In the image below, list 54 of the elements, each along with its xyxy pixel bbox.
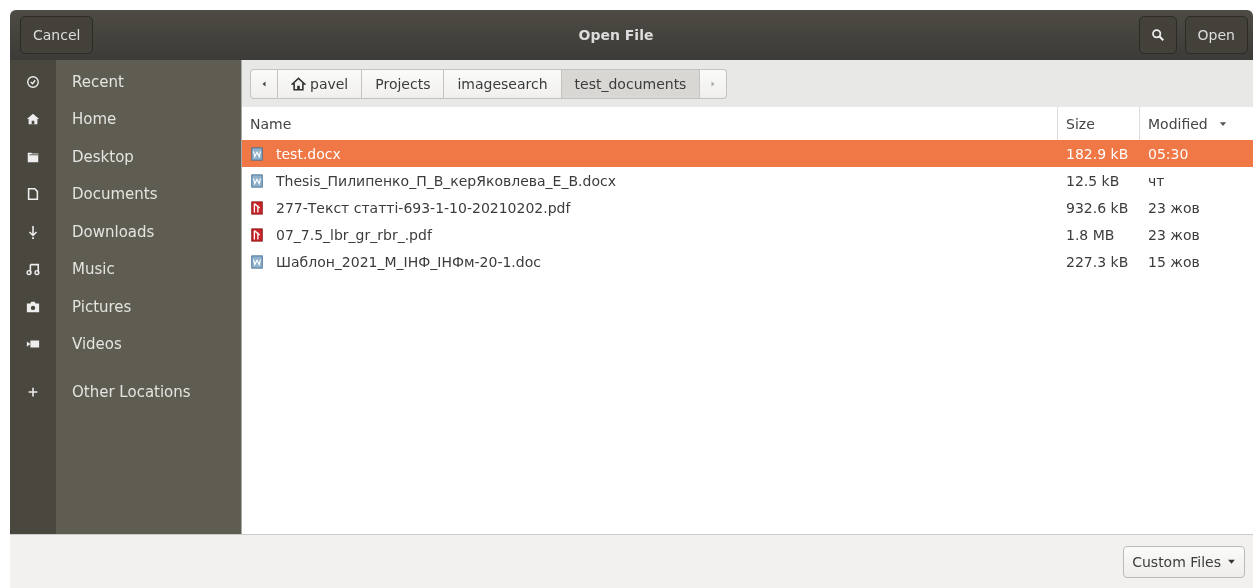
path-crumb[interactable]: Projects xyxy=(362,68,445,99)
camera-icon xyxy=(26,299,40,314)
sidebar-item[interactable]: Desktop xyxy=(10,138,241,176)
search-button[interactable] xyxy=(1138,16,1177,54)
sidebar-item[interactable]: Downloads xyxy=(10,213,241,251)
file-size: 182.9 kB xyxy=(1066,145,1129,162)
music-notes-icon xyxy=(26,262,40,277)
file-filter-dropdown[interactable]: Custom Files xyxy=(1123,545,1245,578)
word-document-icon xyxy=(250,254,264,269)
cancel-button[interactable]: Cancel xyxy=(20,16,94,54)
file-size: 12.5 kB xyxy=(1066,172,1120,189)
column-header[interactable]: Modified xyxy=(1140,107,1253,140)
document-icon xyxy=(26,187,40,202)
modified-date: 23 жов xyxy=(1148,199,1200,216)
sidebar-item[interactable]: Music xyxy=(10,250,241,288)
home-icon xyxy=(26,112,40,127)
file-size: 227.3 kB xyxy=(1066,253,1129,270)
modified-date: 05:30 xyxy=(1148,145,1189,162)
file-name: test.docx xyxy=(276,145,341,162)
path-crumb[interactable]: test_documents xyxy=(561,68,701,99)
sidebar-item[interactable]: Documents xyxy=(10,175,241,213)
sidebar-item[interactable]: Home xyxy=(10,100,241,138)
sidebar-item[interactable]: Pictures xyxy=(10,288,241,326)
sidebar-item[interactable]: Videos xyxy=(10,325,241,363)
caret-icon xyxy=(1227,557,1236,566)
file-size: 1.8 MB xyxy=(1066,226,1115,243)
path-crumb[interactable]: pavel xyxy=(278,68,363,99)
scroll-right-button[interactable] xyxy=(700,68,728,99)
word-document-icon xyxy=(250,173,264,188)
window-title: Open File xyxy=(577,27,655,43)
file-name: 277-Текст статті-693-1-10-20210202.pdf xyxy=(276,199,571,216)
file-name: 07_7.5_lbr_gr_rbr_.pdf xyxy=(276,226,432,243)
download-icon xyxy=(26,224,40,239)
path-crumb[interactable]: imagesearch xyxy=(444,68,562,99)
left-arrow-icon xyxy=(260,79,268,88)
file-row[interactable]: Шаблон_2021_М_ІНФ_ІНФм-20-1.doc 227.3 kB 15 жов xyxy=(242,248,1253,275)
sidebar-item[interactable]: Recent xyxy=(10,63,241,101)
pdf-document-icon xyxy=(250,227,264,242)
scroll-left-button[interactable] xyxy=(250,68,278,99)
modified-date: чт xyxy=(1148,172,1165,189)
sidebar-item[interactable]: Other Locations xyxy=(10,373,241,411)
modified-date: 15 жов xyxy=(1148,253,1200,270)
pdf-document-icon xyxy=(250,200,264,215)
file-row[interactable]: 07_7.5_lbr_gr_rbr_.pdf 1.8 MB 23 жов xyxy=(242,221,1253,248)
file-row[interactable]: 277-Текст статті-693-1-10-20210202.pdf 932.6 kB 23 жов xyxy=(242,194,1253,221)
file-size: 932.6 kB xyxy=(1066,199,1129,216)
clock-icon xyxy=(26,74,40,89)
modified-date: 23 жов xyxy=(1148,226,1200,243)
file-row[interactable]: Thesis_Пилипенко_П_В_керЯковлева_Е_В.docx 12.5 kB чт xyxy=(242,167,1253,194)
open-button[interactable]: Open xyxy=(1184,16,1248,54)
search-icon xyxy=(1150,28,1165,42)
word-document-icon xyxy=(250,146,264,161)
file-name: Шаблон_2021_М_ІНФ_ІНФм-20-1.doc xyxy=(276,253,541,270)
file-name: Thesis_Пилипенко_П_В_керЯковлева_Е_В.docx xyxy=(276,172,616,189)
